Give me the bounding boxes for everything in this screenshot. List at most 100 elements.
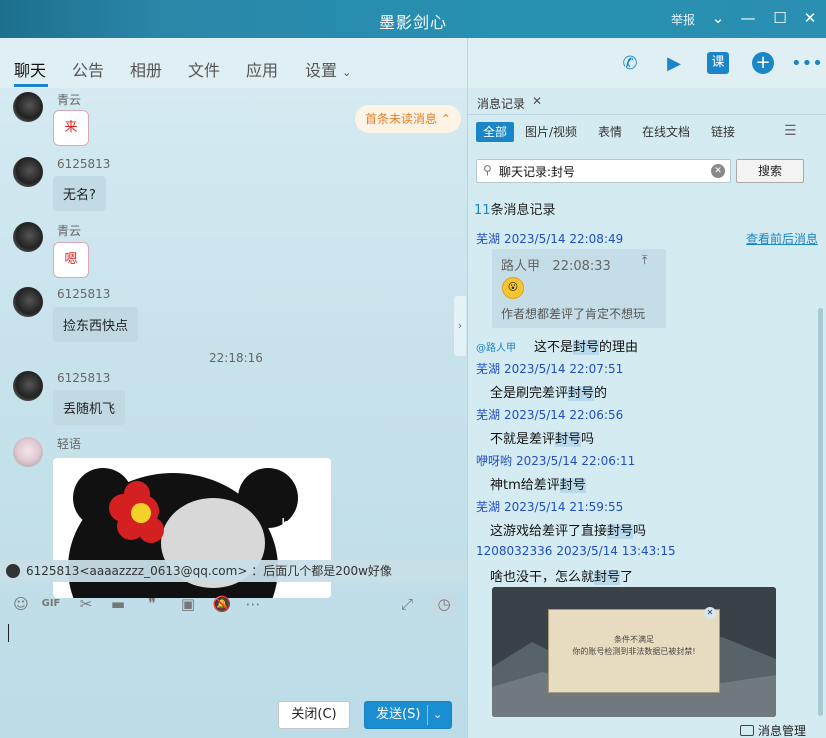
tab-album[interactable]: 相册 [130,57,162,81]
minimize-icon[interactable]: — [738,8,758,28]
folder-icon[interactable]: ▬ [108,594,128,614]
chevron-down-icon[interactable]: ⌄ [708,8,728,28]
record-text[interactable]: 这游戏给差评了直接封号吗 [490,520,646,539]
gif-icon[interactable]: GIF [41,594,61,614]
record-text[interactable]: 啥也没干，怎么就封号了 [490,566,633,585]
reply-sender: 路人甲 22:08:33 [501,259,611,274]
window-title: 墨影剑心 [378,13,447,32]
text-caret [8,624,9,642]
lesson-icon[interactable]: 课 [707,52,729,74]
tab-files[interactable]: 文件 [188,57,220,81]
add-icon[interactable]: + [752,52,774,74]
record-text[interactable]: 全是刷完差评封号的 [490,382,607,401]
svg-text:hc: hc [281,515,300,534]
avatar[interactable] [13,287,43,317]
header-actions: ✆ ▶ 课 + ••• [468,38,826,88]
history-clock-icon[interactable]: ◷ [432,594,456,614]
message-bubble[interactable]: 无名? [53,176,106,211]
filter-images-videos[interactable]: 图片/视频 [525,122,577,142]
clear-icon[interactable]: ✕ [711,164,725,178]
dialog-line: 你的账号检测到非法数据已被封禁! [572,647,696,656]
sticker-message[interactable]: 嗯 [53,242,89,278]
first-unread-button[interactable]: 首条未读消息 ⌃ [355,105,461,133]
double-chevron-up-icon: ⌃ [440,112,451,126]
pin-icon[interactable]: ⤒ [642,253,647,268]
emoji-icon[interactable]: ☺ [11,594,31,614]
mention[interactable]: @路人甲 [476,339,516,354]
send-button[interactable]: 发送(S) ⌄ [364,701,452,729]
avatar[interactable] [13,437,43,467]
tab-announcement[interactable]: 公告 [72,57,104,81]
tab-chat[interactable]: 聊天 [14,57,46,81]
view-context-link[interactable]: 查看前后消息 [746,230,818,247]
tab-message-history[interactable]: 消息记录 [477,95,525,112]
emoji-icon: 😮 [502,277,524,299]
filter-online-docs[interactable]: 在线文档 [642,122,690,142]
more-icon[interactable]: ⋯ [243,594,263,614]
filter-icon[interactable]: ☰ [784,123,797,139]
title-bar: 墨影剑心 举报 ⌄ — ☐ ✕ [0,0,826,38]
chevron-down-icon: ⌄ [342,66,352,79]
tab-apps[interactable]: 应用 [246,57,278,81]
search-button[interactable]: 搜索 [736,159,804,183]
avatar[interactable] [13,92,43,122]
sender-name: 青云 [57,224,82,238]
sticker-message[interactable]: 来 [53,110,89,146]
message-input[interactable] [0,622,467,698]
search-input[interactable] [499,162,704,180]
record-meta: 咿呀哟 2023/5/14 22:06:11 [476,454,636,468]
sender-name: 6125813 [57,287,111,301]
reply-card[interactable]: 路人甲 22:08:33 ⤒ 😮 作者想都差评了肯定不想玩 [492,249,666,328]
mute-bell-icon[interactable]: 🔕 [212,594,232,614]
filter-links[interactable]: 链接 [711,122,735,142]
record-text[interactable]: 这不是封号的理由 [534,336,638,355]
record-meta: 芜湖 2023/5/14 22:06:56 [476,408,624,422]
message-bubble[interactable]: 捡东西快点 [53,307,139,342]
message-manage-button[interactable]: 消息管理 [740,722,806,738]
record-meta: 芜湖 2023/5/14 22:07:51 [476,362,624,376]
divider [468,114,826,115]
ban-dialog-image: 条件不满足 你的账号检测到非法数据已被封禁! [548,609,720,693]
scissors-icon[interactable]: ✂ [76,594,96,614]
filter-all[interactable]: 全部 [476,122,515,142]
video-camera-icon[interactable]: ▶ [661,52,687,76]
message-bubble[interactable]: 丢随机飞 [53,390,126,425]
record-text[interactable]: 不就是差评封号吗 [490,428,594,447]
dialog-line: 条件不满足 [614,635,654,644]
message-list[interactable]: 青云 来 6125813 无名? 青云 嗯 6125813 捡东西快点 22:1… [0,88,467,598]
input-toolbar: ☺ GIF ✂ ▬ ❞ ▣ 🔕 ⋯ ⤢ ◷ [0,586,467,622]
record-screenshot[interactable]: 条件不满足 你的账号检测到非法数据已被封禁! ✕ [492,587,776,717]
quote-icon[interactable]: ❞ [142,594,162,614]
scrollbar[interactable] [818,308,823,716]
reply-quote-bar[interactable]: 6125813<aaaazzzz_0613@qq.com> ：后面几个都是200… [0,560,467,582]
record-text[interactable]: 神tm给差评封号 [490,474,586,493]
quote-text: 6125813<aaaazzzz_0613@qq.com> ：后面几个都是200… [26,564,392,578]
chat-panel: 聊天 公告 相册 文件 应用 设置 ⌄ 青云 来 6125813 无名? 青云 … [0,38,467,738]
avatar[interactable] [13,371,43,401]
history-panel: ✆ ▶ 课 + ••• 消息记录 ✕ 全部 图片/视频 表情 在线文档 链接 ☰… [467,38,826,738]
send-label: 发送(S) [376,707,421,722]
avatar[interactable] [13,157,43,187]
collapse-panel-handle[interactable]: › [454,296,466,356]
sender-name: 6125813 [57,157,111,171]
phone-icon[interactable]: ✆ [617,52,643,76]
record-meta: 芜湖 2023/5/14 22:08:49 [476,232,624,246]
avatar[interactable] [13,222,43,252]
filter-stickers[interactable]: 表情 [598,122,622,142]
close-icon: ✕ [704,607,716,619]
timestamp: 22:18:16 [209,351,263,365]
maximize-icon[interactable]: ☐ [770,8,790,28]
sender-name: 轻语 [57,437,82,451]
result-count: 11条消息记录 [474,203,556,218]
chevron-down-icon[interactable]: ⌄ [433,702,442,728]
close-icon[interactable]: ✕ [532,94,542,108]
close-button[interactable]: 关闭(C) [278,701,350,729]
avatar [6,564,20,578]
image-icon[interactable]: ▣ [178,594,198,614]
tab-settings[interactable]: 设置 ⌄ [305,57,351,81]
report-link[interactable]: 举报 [671,11,695,28]
expand-icon[interactable]: ⤢ [397,594,417,614]
more-icon[interactable]: ••• [791,52,823,76]
close-icon[interactable]: ✕ [800,8,820,28]
tab-bar: 聊天 公告 相册 文件 应用 设置 ⌄ [0,38,467,88]
